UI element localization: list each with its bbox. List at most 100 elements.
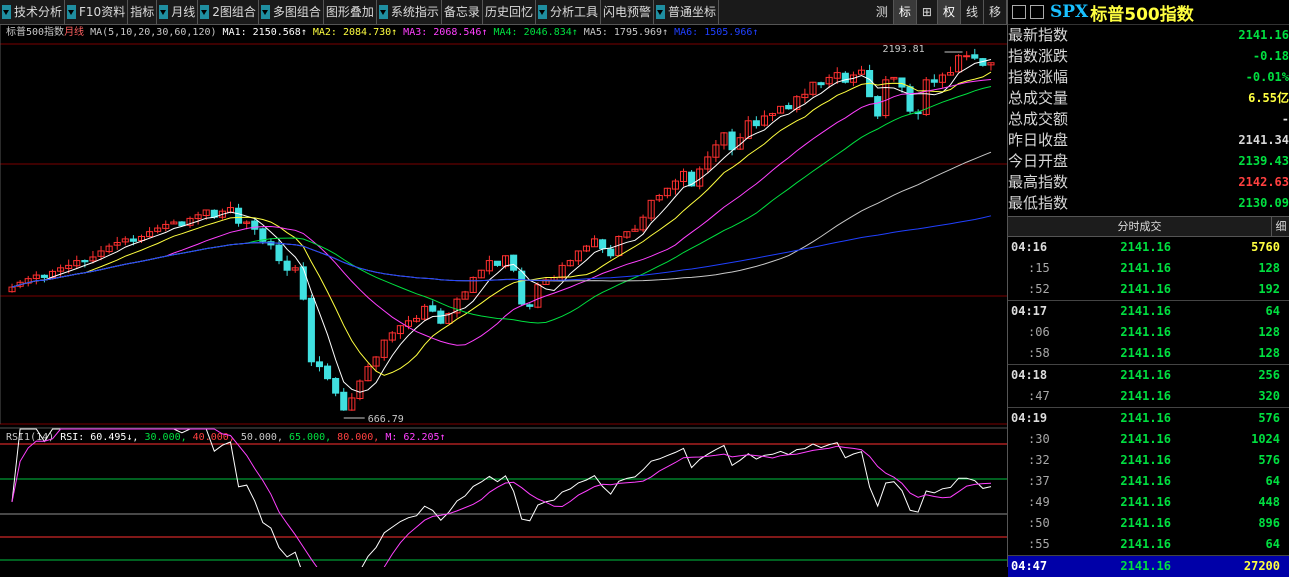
toolbar-item-11[interactable]: 闪电预警 [601,0,654,24]
tick-price: 2141.16 [1120,261,1171,275]
toolbar-right-button-3[interactable]: 权 [937,0,961,24]
toolbar-item-3[interactable]: 月线 [157,0,199,24]
quote-row: 指数涨幅 -0.01% [1008,67,1289,88]
toolbar-item-label: 2图组合 [212,5,256,19]
toolbar-right-button-4[interactable]: 线 [961,0,984,24]
tick-row[interactable]: :32 2141.16 576 [1008,450,1289,471]
tick-price: 2141.16 [1120,474,1171,488]
toolbar-right-button-1[interactable]: 标 [893,0,917,24]
tick-price: 2141.16 [1120,346,1171,360]
toolbar-item-label: 技术分析 [14,5,63,19]
candle-body [251,220,259,230]
quote-label: 指数涨幅 [1008,68,1069,86]
toolbar-item-10[interactable]: 分析工具 [536,0,601,24]
toolbar-item-8[interactable]: 备忘录 [442,0,483,24]
quote-label: 今日开盘 [1008,152,1069,170]
toolbar-right-button-2[interactable]: ⊞ [917,0,938,24]
rsi-header: RSI1(14) RSI: 60.495↓, 30.000, 40.000, 5… [6,432,446,443]
toolbar-item-2[interactable]: 指标 [128,0,158,24]
tick-time: :58 [1028,346,1050,360]
toolbar-item-1[interactable]: F10资料 [65,0,129,24]
candle-body [526,304,534,307]
dropdown-arrow-icon[interactable] [67,5,77,19]
tick-price: 2141.16 [1120,240,1171,254]
toolbar-item-label: 多图组合 [272,5,321,19]
tick-row[interactable]: :37 2141.16 64 [1008,471,1289,492]
toolbar-item-0[interactable]: 技术分析 [0,0,66,24]
tick-time: :49 [1028,495,1050,509]
tick-time: :52 [1028,282,1050,296]
toolbar-item-label: 指标 [130,5,155,19]
candle-body [235,207,243,224]
tick-row[interactable]: 04:18 2141.16 256 [1008,364,1289,386]
candle-body [599,239,607,250]
quote-row: 最新指数 2141.16 [1008,25,1289,46]
ma-line-120 [11,215,992,288]
quote-value: -0.01% [1245,70,1289,84]
stock-name: 标普500指数 [1090,4,1194,25]
dropdown-arrow-icon[interactable] [378,5,388,19]
tick-row[interactable]: 04:16 2141.16 5760 [1008,237,1289,258]
play-icon[interactable] [1030,5,1044,19]
dropdown-arrow-icon[interactable] [200,5,210,19]
tick-row[interactable]: 04:47 2141.16 27200 [1008,555,1289,577]
tick-volume: 128 [1258,325,1280,339]
candle-body [178,221,186,227]
ma-header-item: MA(5,10,20,30,60,120) [84,27,222,38]
rsi-header-item: 30.000, [144,432,192,443]
tick-row[interactable]: :55 2141.16 64 [1008,534,1289,555]
tick-volume: 320 [1258,389,1280,403]
toolbar-item-7[interactable]: 系统指示 [377,0,442,24]
tick-volume: 448 [1258,495,1280,509]
toolbar-item-5[interactable]: 多图组合 [259,0,324,24]
candle-body [324,365,332,380]
dropdown-arrow-icon[interactable] [655,5,665,19]
tick-volume: 576 [1258,453,1280,467]
toolbar-item-12[interactable]: 普通坐标 [654,0,719,24]
toolbar-item-9[interactable]: 历史回忆 [483,0,536,24]
candle-body [129,238,137,242]
tick-time: :32 [1028,453,1050,467]
tick-row[interactable]: 04:17 2141.16 64 [1008,300,1289,322]
toolbar-right-button-0[interactable]: 测 [871,0,894,24]
dropdown-arrow-icon[interactable] [159,5,169,19]
kline-chart[interactable]: 标普500指数月线 MA(5,10,20,30,60,120) MA1: 215… [0,24,1007,567]
tick-row[interactable]: :58 2141.16 128 [1008,343,1289,364]
stock-code: SPX [1050,2,1089,22]
tick-row[interactable]: :30 2141.16 1024 [1008,429,1289,450]
tick-row[interactable]: :50 2141.16 896 [1008,513,1289,534]
tick-time: 04:16 [1011,240,1048,254]
toolbar-right-button-5[interactable]: 移 [984,0,1007,24]
tick-price: 2141.16 [1120,411,1171,425]
tick-row[interactable]: :52 2141.16 192 [1008,279,1289,300]
tick-row[interactable]: :06 2141.16 128 [1008,322,1289,343]
ticks-detail-button[interactable]: 细 [1271,217,1289,236]
tick-price: 2141.16 [1120,389,1171,403]
candle-body [874,96,882,117]
rsi-header-item: 40.000, [193,432,241,443]
ma-line-5 [11,59,992,393]
tick-volume: 192 [1258,282,1280,296]
main-toolbar: 技术分析 F10资料 指标 月线 2图组合 多图组合 图形叠加 系统指示 备忘录 历史回忆 分析工具… [0,0,1007,25]
rsi-header-item: M: 62.205↑ [385,432,445,443]
quote-row: 最低指数 2130.09 [1008,193,1289,214]
dropdown-arrow-icon[interactable] [2,5,11,19]
candle-body [340,391,348,411]
dropdown-arrow-icon[interactable] [537,5,547,19]
candle-body [493,260,502,266]
toolbar-item-4[interactable]: 2图组合 [198,0,259,24]
ticks-title[interactable]: 分时成交 [1008,217,1271,236]
tick-row[interactable]: :47 2141.16 320 [1008,386,1289,407]
low-label: 666.79 [368,414,404,425]
toolbar-item-6[interactable]: 图形叠加 [324,0,377,24]
tick-row[interactable]: 04:19 2141.16 576 [1008,407,1289,429]
ma-header-item: 月线 [64,25,84,38]
dropdown-arrow-icon[interactable] [260,5,270,19]
quote-value: 2141.34 [1238,133,1289,147]
tick-volume: 256 [1258,368,1280,382]
tick-price: 2141.16 [1120,368,1171,382]
tick-row[interactable]: :15 2141.16 128 [1008,258,1289,279]
candle-body [752,120,760,127]
tick-row[interactable]: :49 2141.16 448 [1008,492,1289,513]
window-icon[interactable] [1012,5,1026,19]
